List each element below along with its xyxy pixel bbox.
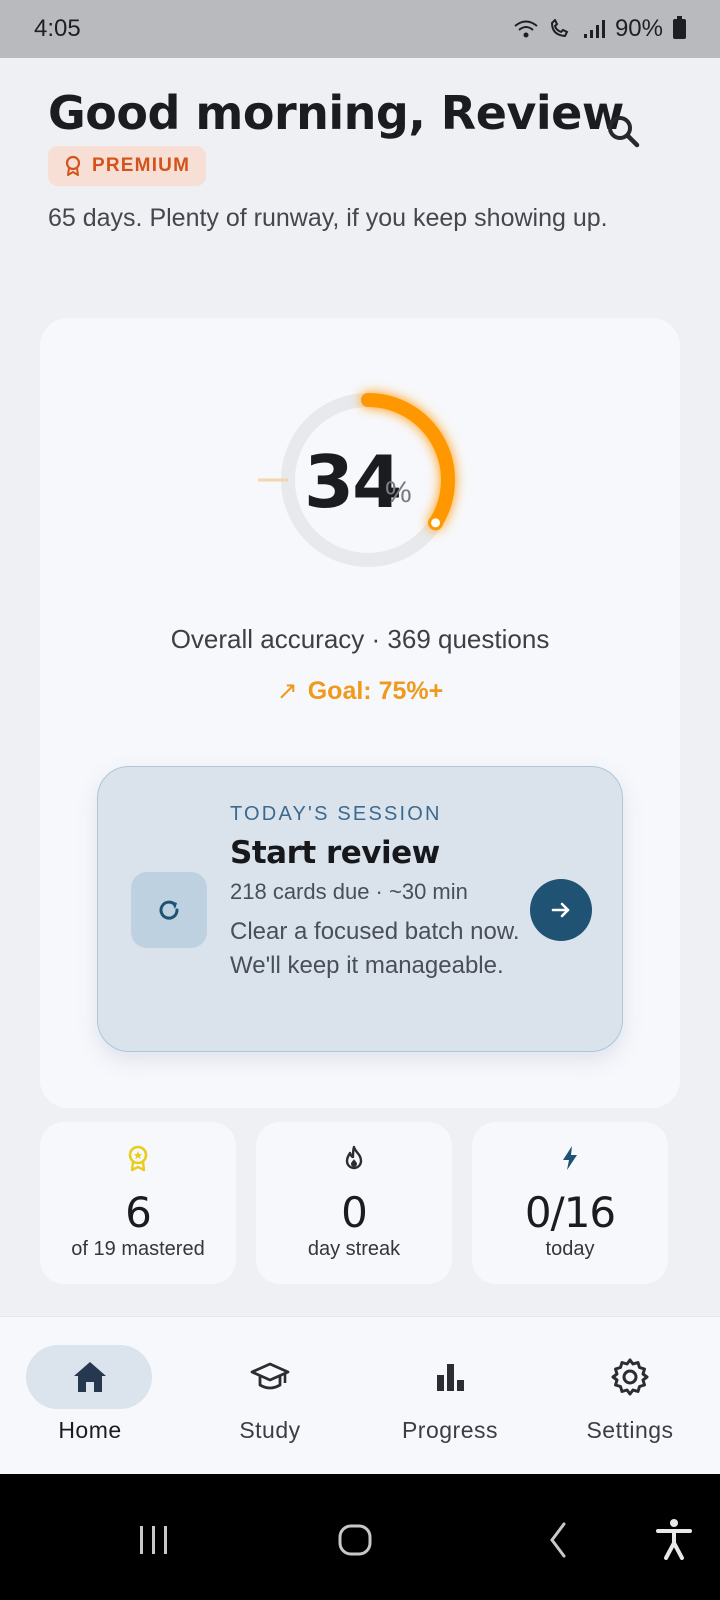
nav-item-settings[interactable]: Settings [540, 1317, 720, 1475]
premium-badge: PREMIUM [48, 146, 207, 186]
nav-label: Study [239, 1417, 301, 1443]
arrow-right-icon [551, 902, 570, 918]
search-icon [608, 116, 640, 148]
stat-value: 0/16 [524, 1188, 616, 1237]
page-title: Good morning, Review [48, 86, 624, 140]
bolt-icon [563, 1146, 577, 1170]
stat-label: today [545, 1238, 595, 1260]
session-description: Clear a focused batch now. We'll keep it… [230, 918, 520, 979]
battery-percent: 90% [614, 15, 663, 42]
refresh-icon [159, 900, 179, 920]
search-button[interactable] [604, 112, 644, 152]
session-kicker: TODAY'S SESSION [230, 803, 442, 825]
wifi-icon [514, 20, 538, 38]
stat-card-mastered: 6 of 19 mastered [40, 1122, 236, 1284]
system-nav-bar [0, 1474, 720, 1600]
nav-label: Settings [586, 1417, 674, 1443]
accuracy-card: 34 % Overall accuracy · 369 questions ↗ G… [40, 318, 680, 1108]
status-bar: 4:05 90% [0, 0, 720, 58]
home-system-button[interactable] [326, 1510, 386, 1570]
nav-label: Home [58, 1417, 122, 1443]
stat-value: 6 [125, 1188, 152, 1237]
refresh-icon-tile [131, 872, 207, 948]
award-icon [128, 1145, 148, 1172]
back-button[interactable] [530, 1510, 590, 1570]
goal-text: Goal: 75%+ [307, 677, 444, 705]
flame-icon [345, 1145, 363, 1170]
nav-item-home[interactable]: Home [0, 1317, 180, 1475]
accuracy-unit: % [385, 476, 412, 509]
bar-chart-icon [437, 1364, 464, 1391]
gear-icon [611, 1358, 649, 1396]
status-icons: 90% [513, 15, 686, 43]
greeting-subtitle: 65 days. Plenty of runway, if you keep s… [48, 204, 608, 232]
award-icon [65, 155, 81, 176]
goal-line: ↗ Goal: 75%+ [40, 676, 680, 706]
bottom-nav: Home Study Progress Settings [0, 1316, 720, 1474]
nav-item-progress[interactable]: Progress [360, 1317, 540, 1475]
stat-value: 0 [341, 1188, 368, 1237]
stat-card-today: 0/16 today [472, 1122, 668, 1284]
signal-icon [583, 20, 605, 38]
stat-label: day streak [307, 1238, 401, 1260]
wifi-calling-icon [550, 19, 569, 38]
session-title: Start review [230, 835, 440, 871]
stat-label: of 19 mastered [71, 1238, 205, 1260]
start-review-button[interactable] [530, 879, 592, 941]
recent-apps-button[interactable] [124, 1510, 184, 1570]
stat-card-streak: 0 day streak [256, 1122, 452, 1284]
trend-up-icon: ↗ [276, 677, 298, 705]
accuracy-summary: Overall accuracy · 369 questions [170, 624, 550, 654]
premium-label: PREMIUM [92, 155, 191, 176]
home-icon [74, 1362, 106, 1392]
status-time: 4:05 [34, 15, 81, 42]
session-meta: 218 cards due · ~30 min [230, 879, 468, 904]
nav-item-study[interactable]: Study [180, 1317, 360, 1475]
battery-icon [673, 16, 686, 39]
graduation-cap-icon [250, 1362, 290, 1390]
nav-label: Progress [401, 1417, 499, 1443]
gauge-endpoint [428, 515, 444, 531]
accessibility-icon[interactable] [644, 1510, 704, 1570]
start-review-card[interactable]: TODAY'S SESSION Start review 218 cards d… [97, 766, 623, 1052]
